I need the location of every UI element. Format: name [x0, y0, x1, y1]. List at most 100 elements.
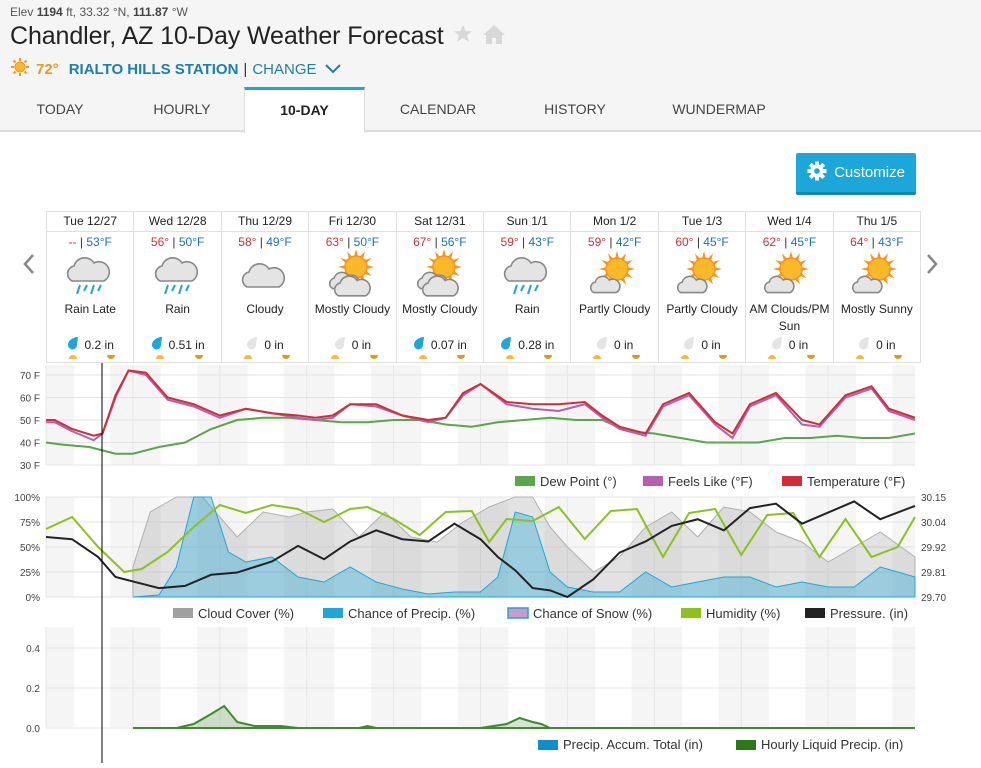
tab-wundermap[interactable]: WUNDERMAP — [639, 87, 799, 130]
low-temp: 42°F — [615, 235, 642, 249]
sun-times — [834, 354, 920, 362]
home-icon[interactable] — [482, 23, 506, 50]
y-tick-label: 30 F — [20, 461, 40, 472]
day-forecast[interactable]: Fri 12/30 63° | 50°F Mostly Cloudy 0 in — [309, 212, 397, 362]
y-tick-label: 25% — [20, 568, 40, 579]
legend-swatch — [805, 608, 825, 618]
y-tick-label: 60 F — [20, 394, 40, 405]
daylight-band — [769, 365, 806, 465]
precip-value: 0 in — [701, 337, 721, 352]
day-forecast[interactable]: Sat 12/31 67° | 56°F Mostly Cloudy 0.07 in — [396, 212, 485, 362]
sun-times — [484, 354, 570, 362]
sunrise-icon — [418, 355, 427, 359]
legend-label: Temperature (°F) — [807, 474, 905, 489]
day-temps: 59° | 42°F — [587, 235, 642, 249]
day-forecast[interactable]: Thu 12/29 58° | 49°F Cloudy 0 in — [221, 212, 310, 362]
separator: | — [243, 60, 248, 78]
day-forecast[interactable]: Tue 12/27 -- | 53°F Rain Late 0.2 in — [47, 212, 135, 362]
sunset-icon — [719, 355, 728, 359]
raindrop-icon — [858, 336, 876, 353]
day-temps: 63° | 50°F — [325, 235, 380, 249]
precip-amount: 0 in — [571, 336, 657, 353]
sunrise-icon — [156, 355, 165, 359]
gear-icon — [807, 161, 834, 185]
sun-times — [309, 354, 395, 362]
y-tick-label: 0.2 — [26, 684, 40, 695]
day-forecast[interactable]: Wed 1/4 62° | 45°F AM Clouds/PM Sun 0 in — [746, 212, 834, 362]
day-forecast[interactable]: Tue 1/3 60° | 45°F Partly Cloudy 0 in — [658, 212, 747, 362]
day-temps: 58° | 49°F — [238, 235, 292, 249]
high-temp: 64° — [850, 235, 869, 249]
customize-button[interactable]: Customize — [796, 153, 916, 195]
sunrise-icon — [768, 355, 777, 359]
raindrop-icon — [683, 336, 701, 353]
precip-amount: 0 in — [746, 336, 832, 353]
chevron-down-icon — [321, 61, 341, 78]
precip-value: 0 in — [351, 337, 372, 352]
condition: Mostly Cloudy — [314, 302, 391, 316]
sunrise-icon — [243, 355, 252, 359]
y-right-tick-label: 30.04 — [921, 518, 946, 529]
precip-value: 0.07 in — [430, 337, 467, 352]
next-days-arrow[interactable] — [925, 250, 939, 282]
high-temp: 63° — [325, 235, 344, 249]
daylight-band — [421, 627, 458, 727]
day-forecast[interactable]: Thu 1/5 64° | 43°F Mostly Sunny 0 in — [833, 212, 921, 362]
precip-value: 0.28 in — [518, 337, 555, 352]
change-station-button[interactable]: CHANGE — [252, 61, 341, 78]
previous-days-arrow[interactable] — [22, 250, 36, 282]
sunset-icon — [631, 355, 640, 359]
daylight-band — [508, 365, 545, 465]
mostly-cloudy-icon — [309, 249, 395, 301]
legend-swatch — [681, 608, 701, 618]
day-forecast[interactable]: Wed 12/28 56° | 50°F Rain 0.51 in — [134, 212, 222, 362]
raindrop-icon — [596, 336, 614, 353]
day-date: Tue 12/27 — [47, 212, 134, 232]
elevation-coordinates: Elev 1194 ft, 33.32 °N, 111.87 °W — [10, 5, 188, 19]
legend-swatch — [507, 607, 529, 619]
y-tick-label: 70 F — [20, 371, 40, 382]
y-right-tick-label: 29.92 — [921, 543, 946, 554]
precip-amount: 0.2 in — [47, 336, 133, 353]
daylight-band — [595, 627, 632, 727]
daylight-band — [334, 627, 372, 727]
sun-times — [134, 354, 220, 362]
high-temp: 59° — [587, 235, 607, 249]
station-row: 72° RIALTO HILLS STATION | CHANGE — [10, 57, 341, 81]
sunrise-icon — [680, 355, 689, 359]
tab-10-day[interactable]: 10-DAY — [244, 87, 365, 133]
day-forecast[interactable]: Mon 1/2 59° | 42°F Partly Cloudy 0 in — [571, 212, 659, 362]
sun-times — [659, 354, 745, 362]
star-icon[interactable] — [452, 23, 474, 50]
day-forecast[interactable]: Sun 1/1 59° | 43°F Rain 0.28 in — [484, 212, 572, 362]
condition: Cloudy — [246, 302, 284, 316]
y-right-tick-label: 29.81 — [921, 568, 946, 579]
high-temp: -- — [68, 235, 77, 249]
legend-label: Precip. Accum. Total (in) — [563, 737, 703, 752]
tab-calendar[interactable]: CALENDAR — [365, 87, 511, 130]
high-temp: 62° — [762, 235, 781, 249]
daylight-band — [334, 365, 372, 465]
y-tick-label: 0.0 — [26, 724, 40, 735]
day-date: Mon 1/2 — [571, 212, 658, 232]
day-temps: 60° | 45°F — [675, 235, 729, 249]
tab-hourly[interactable]: HOURLY — [120, 87, 244, 130]
legend-label: Humidity (%) — [706, 606, 780, 621]
y-tick-label: 0.4 — [26, 644, 40, 655]
sun-icon — [10, 57, 30, 81]
station-link[interactable]: RIALTO HILLS STATION — [69, 61, 239, 78]
precip-value: 0 in — [613, 337, 634, 352]
condition: Rain — [165, 302, 190, 316]
sunset-icon — [894, 355, 903, 359]
tab-history[interactable]: HISTORY — [511, 87, 639, 130]
low-temp: 56°F — [441, 235, 467, 249]
day-temps: 62° | 45°F — [762, 235, 817, 249]
raindrop-icon — [67, 336, 85, 353]
sunrise-icon — [855, 355, 864, 359]
raindrop-icon — [500, 336, 518, 353]
tab-today[interactable]: TODAY — [0, 87, 120, 130]
raindrop-icon — [771, 336, 789, 353]
legend-label: Chance of Precip. (%) — [348, 606, 475, 621]
day-date: Sat 12/31 — [396, 212, 484, 232]
high-temp: 59° — [500, 235, 519, 249]
